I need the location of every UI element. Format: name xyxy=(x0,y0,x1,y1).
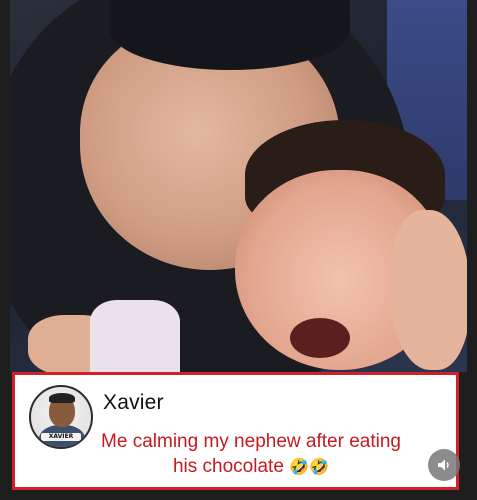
caption-emojis: 🤣🤣 xyxy=(289,457,330,476)
baby-sleeve xyxy=(90,300,180,372)
author-name[interactable]: Xavier xyxy=(103,391,164,415)
video-frame[interactable] xyxy=(10,0,467,372)
caption-text: Me calming my nephew after eating his ch… xyxy=(95,429,407,479)
video-post: XAVIER Xavier Me calming my nephew after… xyxy=(0,0,477,500)
speaker-icon xyxy=(438,459,449,471)
caption-card: XAVIER Xavier Me calming my nephew after… xyxy=(12,372,459,490)
sound-toggle-button[interactable] xyxy=(428,449,460,481)
caption-body: Me calming my nephew after eating his ch… xyxy=(101,431,401,477)
avatar[interactable]: XAVIER xyxy=(29,385,93,449)
avatar-hair xyxy=(49,393,75,403)
hand-on-baby-cheek xyxy=(390,210,467,370)
baby-crying-mouth xyxy=(290,318,350,358)
avatar-name-tag: XAVIER xyxy=(41,433,81,441)
